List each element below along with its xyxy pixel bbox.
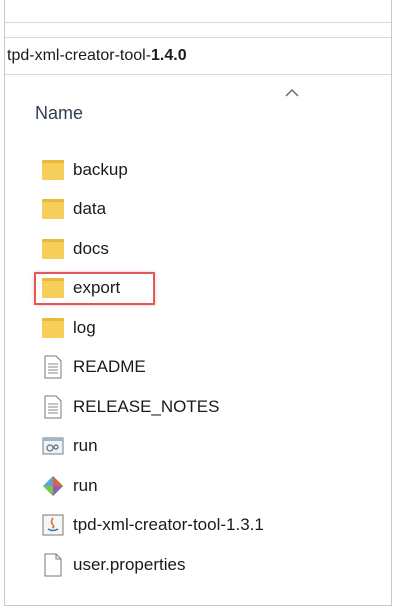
item-label: run bbox=[73, 436, 98, 456]
file-list: backup data docs export log README RELEA… bbox=[34, 150, 371, 585]
batch-file-icon bbox=[41, 433, 65, 459]
list-item-run-script[interactable]: run bbox=[41, 466, 371, 506]
address-bar[interactable]: tpd-xml-creator-tool- 1.4.0 bbox=[5, 37, 391, 75]
item-label: README bbox=[73, 357, 146, 377]
item-label: data bbox=[73, 199, 107, 219]
text-file-icon bbox=[41, 394, 65, 420]
list-item-export[interactable]: export bbox=[34, 269, 371, 309]
folder-icon bbox=[41, 236, 65, 262]
blank-file-icon bbox=[41, 552, 65, 578]
item-label: export bbox=[73, 278, 121, 298]
title-bar bbox=[5, 0, 391, 23]
item-label: log bbox=[73, 317, 96, 337]
column-header-name[interactable]: Name bbox=[27, 88, 307, 124]
list-item-readme[interactable]: README bbox=[41, 348, 371, 388]
folder-icon bbox=[41, 157, 65, 183]
item-label: user.properties bbox=[73, 554, 186, 574]
item-label: RELEASE_NOTES bbox=[73, 396, 220, 416]
item-label: backup bbox=[73, 159, 128, 179]
item-label: tpd-xml-creator-tool-1.3.1 bbox=[73, 515, 264, 535]
list-item-user-properties[interactable]: user.properties bbox=[41, 545, 371, 585]
chevron-up-icon bbox=[285, 88, 299, 97]
column-header-label: Name bbox=[35, 103, 84, 123]
list-item-docs[interactable]: docs bbox=[41, 229, 371, 269]
folder-icon bbox=[41, 196, 65, 222]
list-item-run-batch[interactable]: run bbox=[41, 427, 371, 467]
item-label: docs bbox=[73, 238, 109, 258]
folder-icon bbox=[41, 275, 65, 301]
list-item-log[interactable]: log bbox=[41, 308, 371, 348]
item-label: run bbox=[73, 475, 98, 495]
list-item-jar[interactable]: tpd-xml-creator-tool-1.3.1 bbox=[41, 506, 371, 546]
list-item-backup[interactable]: backup bbox=[41, 150, 371, 190]
folder-icon bbox=[41, 315, 65, 341]
shell-script-icon bbox=[41, 473, 65, 499]
address-path: tpd-xml-creator-tool- bbox=[7, 47, 152, 64]
list-item-data[interactable]: data bbox=[41, 190, 371, 230]
java-jar-icon bbox=[41, 512, 65, 538]
list-item-release-notes[interactable]: RELEASE_NOTES bbox=[41, 387, 371, 427]
explorer-window: tpd-xml-creator-tool- 1.4.0 Name backup d… bbox=[4, 0, 392, 606]
text-file-icon bbox=[41, 354, 65, 380]
address-version: 1.4.0 bbox=[151, 47, 187, 64]
